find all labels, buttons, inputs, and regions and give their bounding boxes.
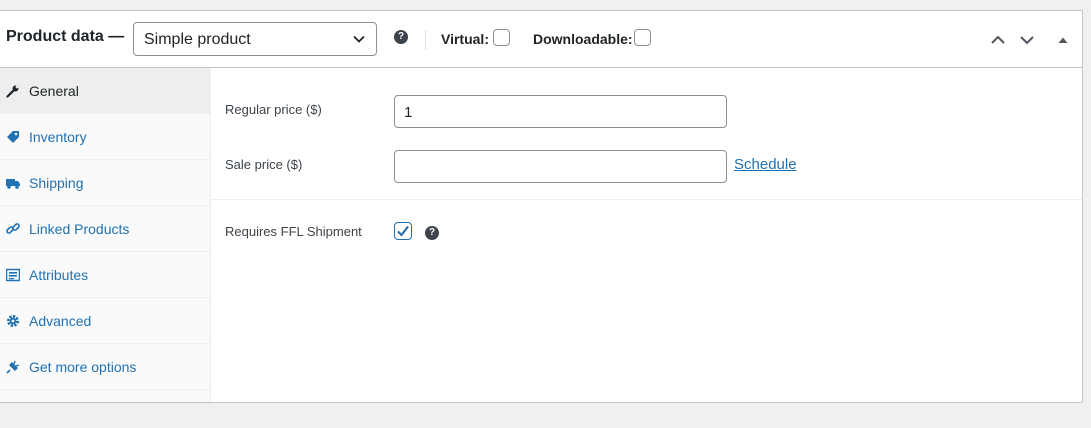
panel-header: Product data — Simple product ? Virtual:… xyxy=(0,11,1082,68)
downloadable-checkbox[interactable] xyxy=(634,29,651,46)
move-up-icon[interactable] xyxy=(988,30,1008,50)
tab-advanced[interactable]: Advanced xyxy=(0,298,210,344)
sale-price-input[interactable] xyxy=(394,150,727,183)
wrench-icon xyxy=(6,85,19,98)
tab-linked-products[interactable]: Linked Products xyxy=(0,206,210,252)
panel-title: Product data — xyxy=(6,28,125,45)
tab-shipping[interactable]: Shipping xyxy=(0,160,210,206)
move-down-icon[interactable] xyxy=(1017,30,1037,50)
general-panel: Regular price ($) 1 Sale price ($) Sched… xyxy=(211,68,1082,402)
tab-label: Inventory xyxy=(29,129,87,145)
regular-price-label: Regular price ($) xyxy=(225,102,322,117)
product-data-panel: Product data — Simple product ? Virtual:… xyxy=(0,10,1083,403)
tag-icon xyxy=(7,131,19,143)
tab-get-more-options[interactable]: Get more options xyxy=(0,344,210,390)
tab-label: Attributes xyxy=(29,267,89,283)
tab-attributes[interactable]: Attributes xyxy=(0,252,210,298)
tab-general[interactable]: General xyxy=(0,68,210,114)
link-icon xyxy=(6,223,20,234)
virtual-label: Virtual: xyxy=(441,31,489,47)
gear-icon xyxy=(7,315,19,327)
tab-label: General xyxy=(29,83,79,99)
list-icon xyxy=(6,268,20,282)
schedule-link[interactable]: Schedule xyxy=(734,156,797,173)
truck-icon xyxy=(6,179,20,189)
tab-label: Get more options xyxy=(29,359,137,375)
checkmark-icon xyxy=(397,225,409,237)
product-type-select[interactable]: Simple product xyxy=(133,22,377,56)
downloadable-label: Downloadable: xyxy=(533,31,633,47)
chevron-down-icon xyxy=(353,35,365,43)
product-data-tabs: General Inventory Shipping Linked Produc… xyxy=(0,68,211,402)
tab-label: Advanced xyxy=(29,313,92,329)
section-divider xyxy=(211,199,1082,200)
tab-label: Shipping xyxy=(29,175,84,191)
regular-price-input[interactable]: 1 xyxy=(394,95,727,128)
ffl-shipment-checkbox[interactable] xyxy=(394,222,412,240)
collapse-toggle-icon[interactable] xyxy=(1053,30,1073,50)
help-icon[interactable]: ? xyxy=(425,226,439,240)
tab-label: Linked Products xyxy=(29,221,130,237)
ffl-shipment-label: Requires FFL Shipment xyxy=(225,224,362,239)
sale-price-label: Sale price ($) xyxy=(225,157,303,172)
help-icon[interactable]: ? xyxy=(394,30,408,44)
product-type-value: Simple product xyxy=(144,31,251,48)
tab-inventory[interactable]: Inventory xyxy=(0,114,210,160)
plugin-icon xyxy=(6,360,20,374)
header-separator xyxy=(425,30,426,50)
virtual-checkbox[interactable] xyxy=(493,29,510,46)
